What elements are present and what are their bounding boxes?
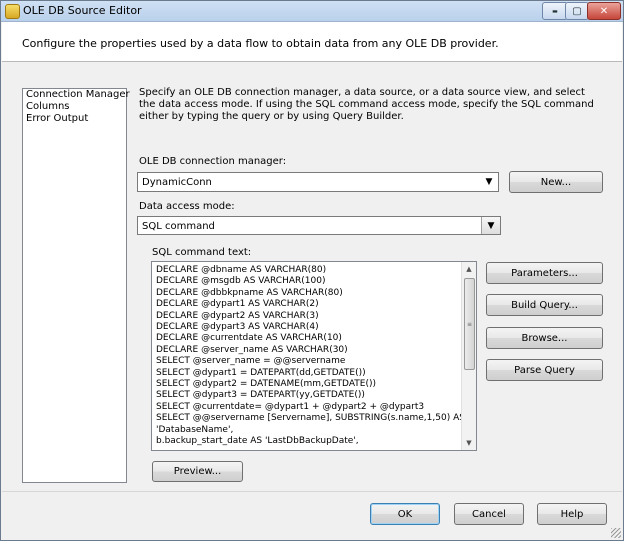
nav-item-error-output[interactable]: Error Output (23, 113, 126, 125)
header-description: Configure the properties used by a data … (22, 37, 499, 50)
sql-line: SELECT @@servername [Servername], SUBSTR… (156, 413, 465, 424)
ok-button[interactable]: OK (370, 503, 440, 525)
title-bar[interactable]: OLE DB Source Editor ▬ ▢ ✕ (1, 1, 623, 22)
sql-line: DECLARE @msgdb AS VARCHAR(100) (156, 276, 326, 287)
maximize-button[interactable]: ▢ (565, 2, 589, 20)
nav-item-columns[interactable]: Columns (23, 101, 126, 113)
header-area: Configure the properties used by a data … (2, 22, 622, 62)
sql-line: DECLARE @dypart1 AS VARCHAR(2) (156, 299, 319, 310)
connection-manager-value: DynamicConn (142, 177, 212, 188)
sql-line: DECLARE @dypart2 AS VARCHAR(3) (156, 310, 319, 321)
scroll-thumb[interactable]: ≡ (464, 278, 475, 370)
sql-line: SELECT @dypart1 = DATEPART(dd,GETDATE()) (156, 367, 366, 378)
footer-divider (2, 491, 622, 492)
page-description: Specify an OLE DB connection manager, a … (139, 87, 594, 122)
cancel-button[interactable]: Cancel (454, 503, 524, 525)
chevron-down-icon[interactable]: ▼ (481, 217, 500, 234)
data-access-mode-value: SQL command (142, 221, 215, 232)
sql-line: DECLARE @dbbkpname AS VARCHAR(80) (156, 287, 343, 298)
help-button[interactable]: Help (537, 503, 607, 525)
new-connection-button[interactable]: New... (509, 171, 603, 193)
vertical-scrollbar[interactable]: ▲ ≡ ▼ (461, 262, 476, 450)
parse-query-button[interactable]: Parse Query (486, 359, 603, 381)
close-button[interactable]: ✕ (587, 2, 621, 20)
data-access-mode-label: Data access mode: (139, 201, 235, 212)
sql-line: SELECT @currentdate= @dypart1 + @dypart2… (156, 401, 425, 412)
browse-button[interactable]: Browse... (486, 327, 603, 349)
scroll-up-icon[interactable]: ▲ (462, 262, 476, 276)
minimize-icon: ▬ (552, 7, 558, 15)
sql-line: DECLARE @dypart3 AS VARCHAR(4) (156, 322, 319, 333)
preview-button[interactable]: Preview... (152, 461, 243, 482)
nav-item-connection-manager[interactable]: Connection Manager (23, 89, 130, 101)
window-title: OLE DB Source Editor (23, 4, 142, 17)
sql-command-label: SQL command text: (152, 247, 252, 258)
parameters-button[interactable]: Parameters... (486, 262, 603, 284)
sql-line: 'DatabaseName', (156, 424, 234, 435)
app-icon (5, 4, 20, 19)
sql-command-lines: DECLARE @dbname AS VARCHAR(80) DECLARE @… (156, 265, 465, 448)
sql-line: SELECT @dypart3 = DATEPART(yy,GETDATE()) (156, 390, 365, 401)
maximize-icon: ▢ (572, 5, 582, 17)
connection-manager-combo[interactable]: DynamicConn ▼ (137, 172, 499, 192)
sql-line: DECLARE @server_name AS VARCHAR(30) (156, 344, 348, 355)
data-access-mode-select[interactable]: SQL command ▼ (137, 216, 501, 235)
sql-line: SELECT @server_name = @@servername (156, 356, 346, 367)
sql-line: b.backup_start_date AS 'LastDbBackupDate… (156, 436, 359, 447)
sql-line: DECLARE @currentdate AS VARCHAR(10) (156, 333, 342, 344)
connection-manager-label: OLE DB connection manager: (139, 156, 287, 167)
close-icon: ✕ (599, 5, 609, 17)
sql-command-textarea[interactable]: DECLARE @dbname AS VARCHAR(80) DECLARE @… (151, 261, 477, 451)
resize-grip[interactable] (611, 528, 621, 538)
sql-line: DECLARE @dbname AS VARCHAR(80) (156, 265, 327, 275)
chevron-down-icon[interactable]: ▼ (480, 173, 498, 191)
sql-line: SELECT @dypart2 = DATENAME(mm,GETDATE()) (156, 379, 376, 390)
page-navigation-list: Connection Manager Columns Error Output (22, 88, 130, 483)
build-query-button[interactable]: Build Query... (486, 294, 603, 316)
ole-db-source-editor-window: OLE DB Source Editor ▬ ▢ ✕ Configure the… (0, 0, 624, 541)
scroll-down-icon[interactable]: ▼ (462, 436, 476, 450)
